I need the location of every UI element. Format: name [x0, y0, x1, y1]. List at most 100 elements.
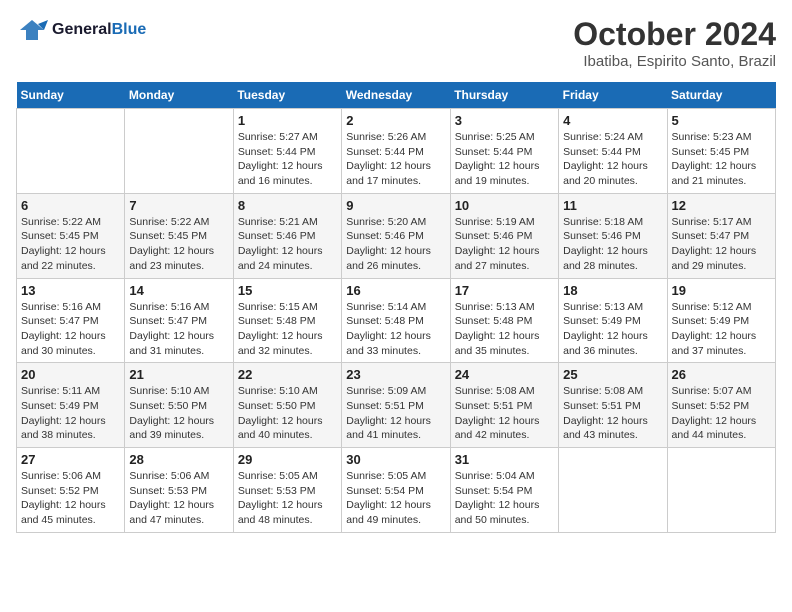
day-number: 17 — [455, 283, 554, 298]
day-number: 29 — [238, 452, 337, 467]
day-number: 26 — [672, 367, 771, 382]
day-detail: Sunrise: 5:22 AMSunset: 5:45 PMDaylight:… — [129, 215, 228, 274]
day-number: 30 — [346, 452, 445, 467]
day-cell — [17, 109, 125, 194]
day-number: 9 — [346, 198, 445, 213]
day-number: 27 — [21, 452, 120, 467]
day-cell: 27Sunrise: 5:06 AMSunset: 5:52 PMDayligh… — [17, 448, 125, 533]
day-number: 12 — [672, 198, 771, 213]
day-cell: 25 Sunrise: 5:08 AMSunset: 5:51 PMDayligh… — [559, 363, 667, 448]
day-cell: 13 Sunrise: 5:16 AMSunset: 5:47 PMDayligh… — [17, 278, 125, 363]
week-row-5: 27Sunrise: 5:06 AMSunset: 5:52 PMDayligh… — [17, 448, 776, 533]
day-cell — [125, 109, 233, 194]
day-number: 8 — [238, 198, 337, 213]
day-cell: 20Sunrise: 5:11 AMSunset: 5:49 PMDayligh… — [17, 363, 125, 448]
day-number: 28 — [129, 452, 228, 467]
day-number: 31 — [455, 452, 554, 467]
day-cell — [667, 448, 775, 533]
day-number: 7 — [129, 198, 228, 213]
logo: GeneralBlue — [16, 16, 146, 44]
day-cell: 7 Sunrise: 5:22 AMSunset: 5:45 PMDaylight… — [125, 193, 233, 278]
day-detail: Sunrise: 5:24 AMSunset: 5:44 PMDaylight:… — [563, 130, 662, 189]
column-header-saturday: Saturday — [667, 82, 775, 109]
day-detail: Sunrise: 5:11 AMSunset: 5:49 PMDaylight:… — [21, 384, 120, 443]
day-detail: Sunrise: 5:10 AMSunset: 5:50 PMDaylight:… — [238, 384, 337, 443]
day-detail: Sunrise: 5:13 AMSunset: 5:48 PMDaylight:… — [455, 300, 554, 359]
day-cell: 2 Sunrise: 5:26 AMSunset: 5:44 PMDaylight… — [342, 109, 450, 194]
day-number: 24 — [455, 367, 554, 382]
day-cell: 8 Sunrise: 5:21 AMSunset: 5:46 PMDaylight… — [233, 193, 341, 278]
day-cell: 16 Sunrise: 5:14 AMSunset: 5:48 PMDayligh… — [342, 278, 450, 363]
day-cell: 22 Sunrise: 5:10 AMSunset: 5:50 PMDayligh… — [233, 363, 341, 448]
column-header-thursday: Thursday — [450, 82, 558, 109]
day-number: 1 — [238, 113, 337, 128]
title-block: October 2024 Ibatiba, Espirito Santo, Br… — [573, 16, 776, 70]
day-cell: 30Sunrise: 5:05 AMSunset: 5:54 PMDayligh… — [342, 448, 450, 533]
day-number: 22 — [238, 367, 337, 382]
day-detail: Sunrise: 5:05 AMSunset: 5:53 PMDaylight:… — [238, 469, 337, 528]
day-number: 2 — [346, 113, 445, 128]
day-cell: 31 Sunrise: 5:04 AMSunset: 5:54 PMDayligh… — [450, 448, 558, 533]
day-cell: 12Sunrise: 5:17 AMSunset: 5:47 PMDayligh… — [667, 193, 775, 278]
day-cell — [559, 448, 667, 533]
day-detail: Sunrise: 5:21 AMSunset: 5:46 PMDaylight:… — [238, 215, 337, 274]
day-detail: Sunrise: 5:06 AMSunset: 5:53 PMDaylight:… — [129, 469, 228, 528]
day-detail: Sunrise: 5:18 AMSunset: 5:46 PMDaylight:… — [563, 215, 662, 274]
day-cell: 19Sunrise: 5:12 AMSunset: 5:49 PMDayligh… — [667, 278, 775, 363]
day-detail: Sunrise: 5:23 AMSunset: 5:45 PMDaylight:… — [672, 130, 771, 189]
day-detail: Sunrise: 5:16 AMSunset: 5:47 PMDaylight:… — [21, 300, 120, 359]
week-row-3: 13 Sunrise: 5:16 AMSunset: 5:47 PMDayligh… — [17, 278, 776, 363]
day-cell: 10 Sunrise: 5:19 AMSunset: 5:46 PMDayligh… — [450, 193, 558, 278]
day-number: 16 — [346, 283, 445, 298]
day-detail: Sunrise: 5:19 AMSunset: 5:46 PMDaylight:… — [455, 215, 554, 274]
day-cell: 4Sunrise: 5:24 AMSunset: 5:44 PMDaylight… — [559, 109, 667, 194]
day-number: 15 — [238, 283, 337, 298]
column-header-friday: Friday — [559, 82, 667, 109]
week-row-4: 20Sunrise: 5:11 AMSunset: 5:49 PMDayligh… — [17, 363, 776, 448]
day-detail: Sunrise: 5:10 AMSunset: 5:50 PMDaylight:… — [129, 384, 228, 443]
day-cell: 5Sunrise: 5:23 AMSunset: 5:45 PMDaylight… — [667, 109, 775, 194]
day-number: 14 — [129, 283, 228, 298]
day-detail: Sunrise: 5:09 AMSunset: 5:51 PMDaylight:… — [346, 384, 445, 443]
day-number: 10 — [455, 198, 554, 213]
column-header-monday: Monday — [125, 82, 233, 109]
day-number: 3 — [455, 113, 554, 128]
day-cell: 29 Sunrise: 5:05 AMSunset: 5:53 PMDayligh… — [233, 448, 341, 533]
page-header: GeneralBlue October 2024 Ibatiba, Espiri… — [16, 16, 776, 70]
day-detail: Sunrise: 5:20 AMSunset: 5:46 PMDaylight:… — [346, 215, 445, 274]
day-detail: Sunrise: 5:07 AMSunset: 5:52 PMDaylight:… — [672, 384, 771, 443]
day-number: 18 — [563, 283, 662, 298]
day-cell: 26 Sunrise: 5:07 AMSunset: 5:52 PMDayligh… — [667, 363, 775, 448]
day-detail: Sunrise: 5:04 AMSunset: 5:54 PMDaylight:… — [455, 469, 554, 528]
column-header-tuesday: Tuesday — [233, 82, 341, 109]
day-cell: 6 Sunrise: 5:22 AMSunset: 5:45 PMDaylight… — [17, 193, 125, 278]
week-row-2: 6 Sunrise: 5:22 AMSunset: 5:45 PMDaylight… — [17, 193, 776, 278]
day-number: 21 — [129, 367, 228, 382]
day-number: 6 — [21, 198, 120, 213]
day-cell: 17 Sunrise: 5:13 AMSunset: 5:48 PMDayligh… — [450, 278, 558, 363]
day-detail: Sunrise: 5:15 AMSunset: 5:48 PMDaylight:… — [238, 300, 337, 359]
day-detail: Sunrise: 5:08 AMSunset: 5:51 PMDaylight:… — [455, 384, 554, 443]
day-detail: Sunrise: 5:12 AMSunset: 5:49 PMDaylight:… — [672, 300, 771, 359]
column-header-sunday: Sunday — [17, 82, 125, 109]
day-cell: 28 Sunrise: 5:06 AMSunset: 5:53 PMDayligh… — [125, 448, 233, 533]
logo-icon — [16, 16, 48, 44]
day-cell: 14 Sunrise: 5:16 AMSunset: 5:47 PMDayligh… — [125, 278, 233, 363]
day-number: 11 — [563, 198, 662, 213]
day-detail: Sunrise: 5:25 AMSunset: 5:44 PMDaylight:… — [455, 130, 554, 189]
day-detail: Sunrise: 5:08 AMSunset: 5:51 PMDaylight:… — [563, 384, 662, 443]
day-cell: 1 Sunrise: 5:27 AMSunset: 5:44 PMDaylight… — [233, 109, 341, 194]
day-number: 13 — [21, 283, 120, 298]
day-detail: Sunrise: 5:16 AMSunset: 5:47 PMDaylight:… — [129, 300, 228, 359]
day-cell: 9 Sunrise: 5:20 AMSunset: 5:46 PMDaylight… — [342, 193, 450, 278]
day-cell: 11 Sunrise: 5:18 AMSunset: 5:46 PMDayligh… — [559, 193, 667, 278]
day-number: 25 — [563, 367, 662, 382]
week-row-1: 1 Sunrise: 5:27 AMSunset: 5:44 PMDaylight… — [17, 109, 776, 194]
day-cell: 15 Sunrise: 5:15 AMSunset: 5:48 PMDayligh… — [233, 278, 341, 363]
day-detail: Sunrise: 5:14 AMSunset: 5:48 PMDaylight:… — [346, 300, 445, 359]
day-detail: Sunrise: 5:26 AMSunset: 5:44 PMDaylight:… — [346, 130, 445, 189]
day-detail: Sunrise: 5:22 AMSunset: 5:45 PMDaylight:… — [21, 215, 120, 274]
location: Ibatiba, Espirito Santo, Brazil — [573, 53, 776, 70]
day-cell: 23Sunrise: 5:09 AMSunset: 5:51 PMDayligh… — [342, 363, 450, 448]
day-detail: Sunrise: 5:27 AMSunset: 5:44 PMDaylight:… — [238, 130, 337, 189]
